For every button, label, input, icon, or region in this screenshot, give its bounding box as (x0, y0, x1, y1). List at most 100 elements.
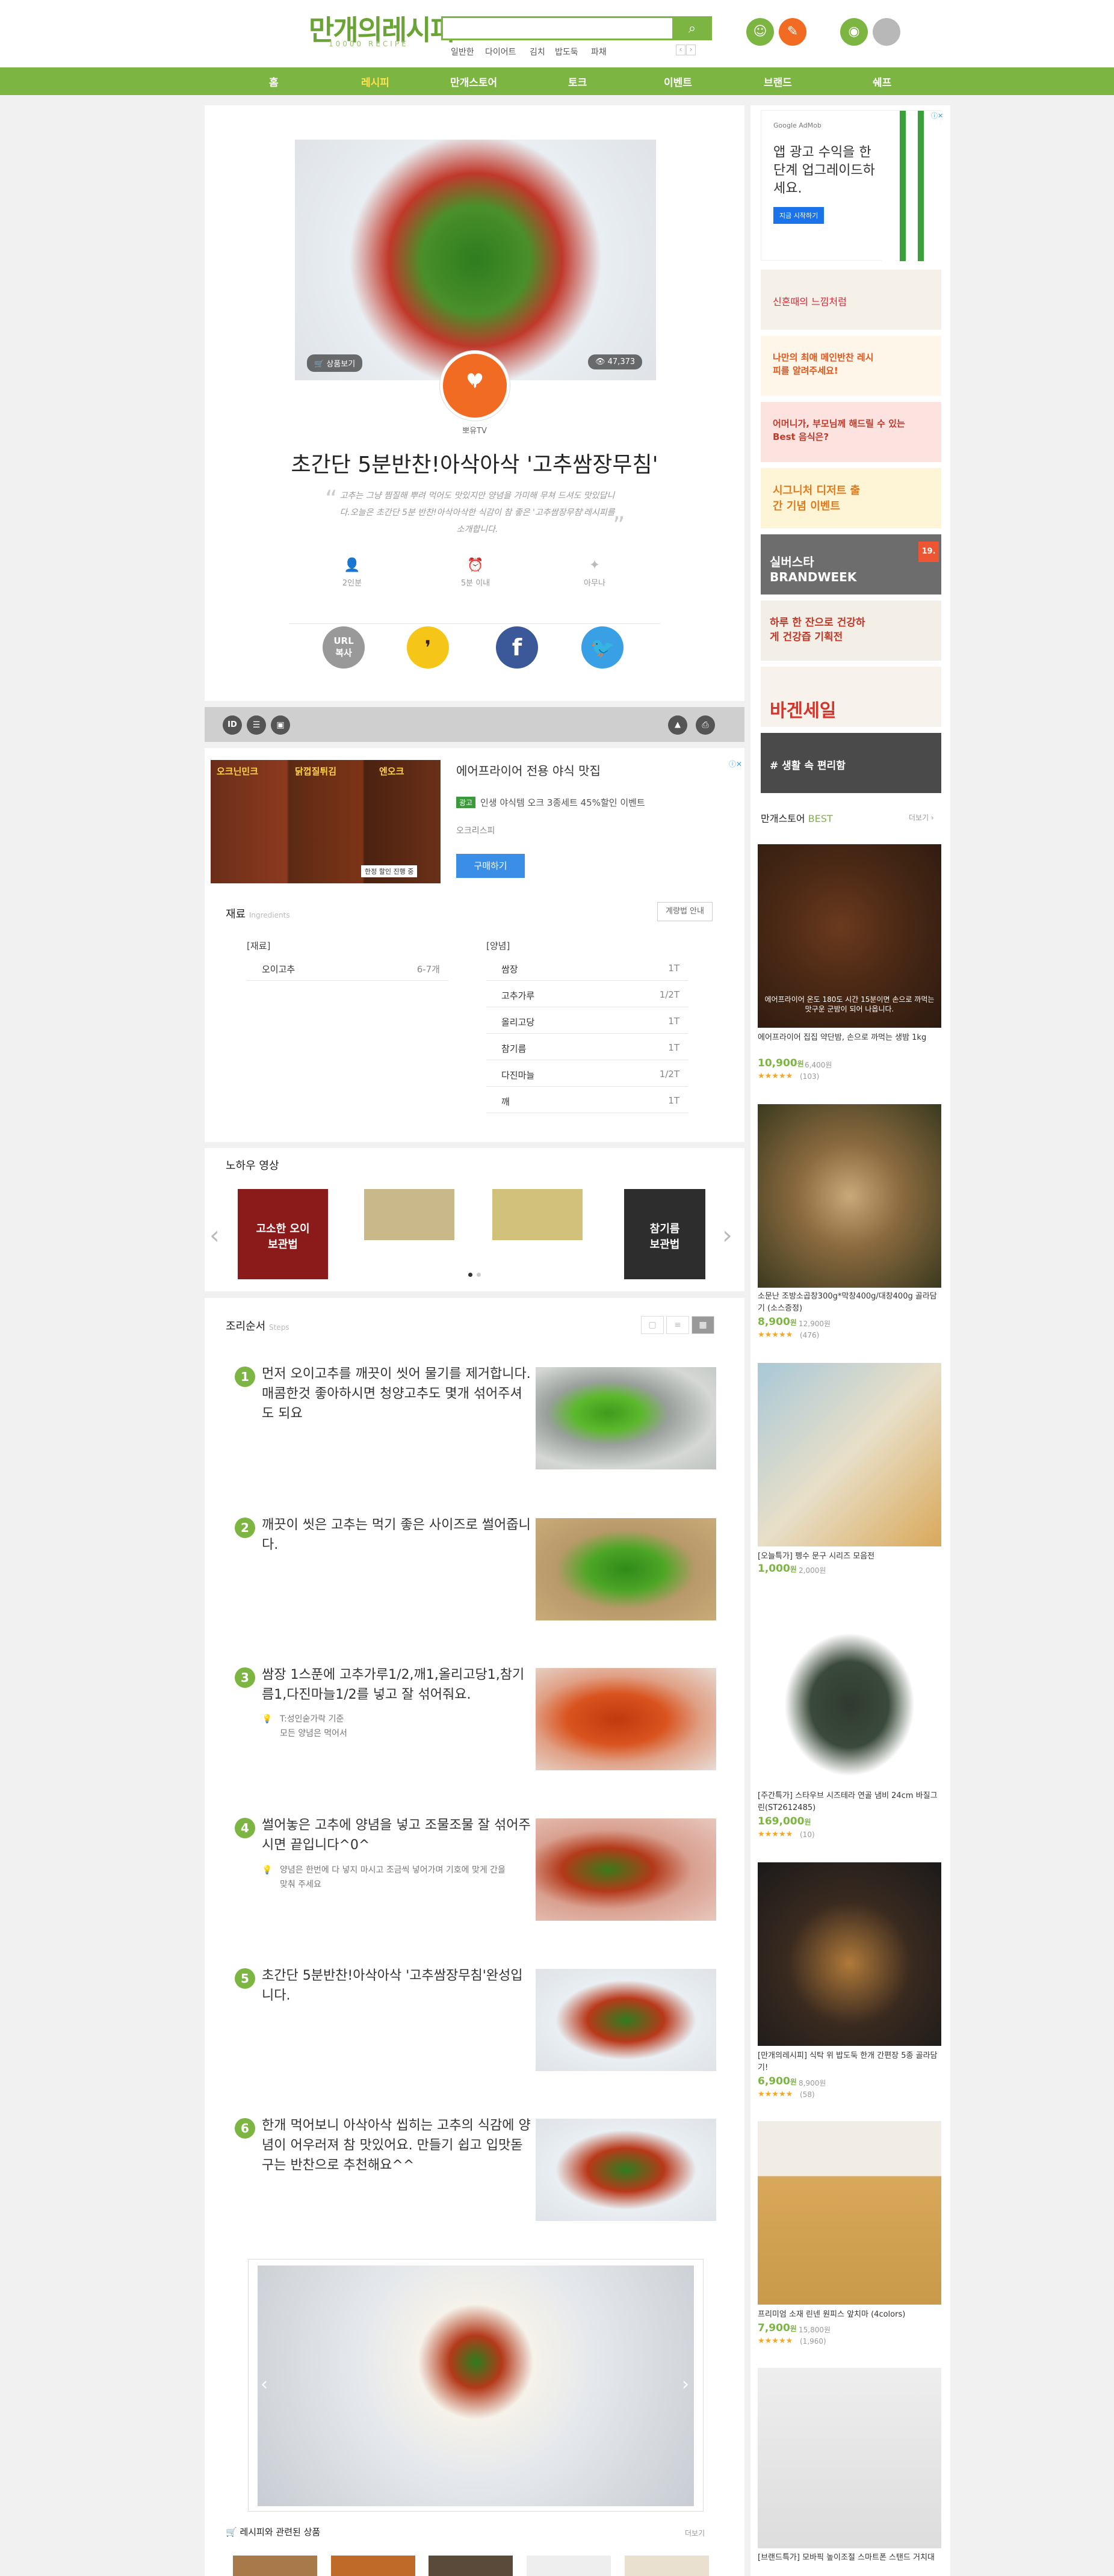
sidebar-banner[interactable]: 바겐세일 (761, 667, 941, 727)
rating-stars: ★★★★★ (758, 2090, 793, 2099)
product-name[interactable]: 소문난 조방소곱창300g*막창400g/대창400g 골라담기 (소스증정) (758, 1291, 941, 1315)
product-name[interactable]: [브랜드특가] 모바픽 높이조절 스마트폰 스탠드 거치대 (758, 2552, 941, 2564)
memo-icon[interactable]: ☰ (247, 715, 266, 735)
author-avatar[interactable]: ♥ 뽀유 (440, 351, 510, 421)
admob-ad[interactable]: Google AdMob 앱 광고 수익을 한 단계 업그레이드하세요. 지금 … (761, 110, 944, 261)
view-products-label[interactable]: 상품보기 (326, 360, 355, 369)
step-image[interactable] (536, 1969, 716, 2071)
view-list-icon[interactable]: ≡ (666, 1316, 689, 1334)
recipe-toolbar: ID ☰ ▣ ▲ ⎙ (205, 707, 744, 742)
product-name[interactable]: [오늘특가] 펭수 문구 시리즈 모음전 (758, 1551, 941, 1563)
sidebar-banner[interactable]: # 생활 속 편리함 (761, 733, 941, 793)
step-image[interactable] (536, 1518, 716, 1620)
ad-choices-icon[interactable]: ⓘ✕ (729, 759, 742, 769)
nav-talk[interactable]: 토크 (568, 74, 587, 89)
product-name[interactable]: [만개의레시피] 식탁 위 밥도둑 한개 간편장 5종 골라담기! (758, 2050, 941, 2074)
sidebar-banner[interactable]: 하루 한 잔으로 건강하게 건강즙 기획전 (761, 601, 941, 661)
step-image[interactable] (536, 2119, 716, 2221)
related-product-thumb[interactable] (527, 2556, 611, 2576)
carousel-dot[interactable] (468, 1273, 472, 1277)
keyword-prev-button[interactable]: ‹ (676, 45, 685, 55)
calendar-icon[interactable]: ▣ (271, 715, 290, 735)
step-text: 깨끗이 씻은 고추는 먹기 좋은 사이즈로 썰어줍니다. (262, 1518, 531, 1552)
id-button[interactable]: ID (223, 715, 242, 735)
android-icon[interactable]: ◉ (840, 18, 868, 46)
ad-choices-icon: ⓘ✕ (931, 112, 944, 120)
ad-buy-button[interactable]: 구매하기 (456, 854, 525, 878)
carousel-dot[interactable] (477, 1273, 481, 1277)
product-orig-price: 6,400원 (805, 1061, 832, 1069)
video-thumb[interactable] (492, 1189, 583, 1240)
product-name[interactable]: [주간특가] 스타우브 시즈테라 연골 냄비 24cm 바질그린(ST26124… (758, 1790, 941, 1814)
step-text: 먼저 오이고추를 깨끗이 씻어 물기를 제거합니다. 매콤한것 좋아하시면 청양… (262, 1367, 531, 1421)
best-more-link[interactable]: 더보기 › (909, 812, 934, 823)
report-icon[interactable]: ▲ (668, 715, 687, 735)
product-image[interactable] (758, 2121, 941, 2305)
related-product-thumb[interactable] (625, 2556, 709, 2576)
tip-icon: 💡 (262, 1865, 273, 1875)
product-price: 8,900원 (758, 1316, 797, 1328)
product-image[interactable] (758, 1363, 941, 1546)
final-dish-image[interactable] (258, 2266, 694, 2506)
apple-icon[interactable] (873, 18, 900, 46)
view-grid-icon[interactable]: ▦ (692, 1316, 714, 1334)
image-next-button[interactable]: › (682, 2374, 689, 2395)
sidebar-banner[interactable]: 나만의 최애 메인반찬 레시피를 알려주세요! (761, 336, 941, 396)
keyword-link[interactable]: 밥도둑 (555, 46, 578, 58)
related-product-thumb[interactable] (331, 2556, 415, 2576)
related-product-thumb[interactable] (429, 2556, 513, 2576)
ad-title[interactable]: 에어프라이어 전용 야식 맛집 (456, 765, 601, 777)
product-name[interactable]: 프리미엄 소재 린넨 원피스 앞치마 (4colors) (758, 2309, 941, 2321)
recipe-summary: 🛒 상품보기 👁 47,373 ♥ 뽀유 뽀유TV 초간단 5분반찬!아삭아삭 … (205, 105, 744, 701)
product-image[interactable] (758, 2368, 941, 2548)
sidebar-banner[interactable]: 신혼때의 느낌처럼 (761, 270, 941, 330)
user-icon[interactable]: ☺ (746, 18, 774, 46)
sidebar-banner[interactable]: 시그니처 디저트 출간 기념 이벤트 (761, 468, 941, 528)
ad-image[interactable]: 오크닌민크 닭껍질튀김 엔오크 한정 할인 진행 중 (211, 760, 441, 883)
rating-stars: ★★★★★ (758, 1830, 793, 1839)
kakao-icon[interactable]: ❜ (407, 626, 449, 669)
nav-home[interactable]: 홈 (269, 74, 279, 89)
sidebar-banner[interactable]: 실버스타 BRANDWEEK 19. (761, 534, 941, 595)
video-thumb[interactable]: 참기름 보관법 (624, 1189, 705, 1279)
nav-event[interactable]: 이벤트 (664, 74, 692, 89)
product-image[interactable]: 에어프라이어 온도 180도 시간 15분이면 손으로 까먹는 맛구운 군밤이 … (758, 844, 941, 1028)
facebook-icon[interactable]: f (496, 626, 538, 669)
sidebar: Google AdMob 앱 광고 수익을 한 단계 업그레이드하세요. 지금 … (750, 105, 950, 2576)
keyword-link[interactable]: 파채 (591, 46, 607, 58)
step-image[interactable] (536, 1367, 716, 1469)
admob-button[interactable]: 지금 시작하기 (773, 207, 825, 224)
pencil-icon[interactable]: ✎ (779, 18, 806, 46)
author-name[interactable]: 뽀유TV (205, 424, 744, 436)
product-image[interactable] (758, 1104, 941, 1288)
search-input[interactable] (441, 16, 676, 40)
video-thumb[interactable]: 고소한 오이 보관법 (238, 1189, 328, 1279)
sidebar-banner[interactable]: 어머니가, 부모님께 해드릴 수 있는 Best 음식은? (761, 402, 941, 462)
video-next-button[interactable]: › (722, 1220, 732, 1250)
url-copy-button[interactable]: URL 복사 (323, 626, 365, 669)
nav-store[interactable]: 만개스토어 (450, 74, 497, 89)
product-image[interactable] (758, 1862, 941, 2046)
view-photo-icon[interactable]: ▢ (641, 1316, 664, 1334)
keyword-link[interactable]: 김치 (530, 46, 545, 58)
print-icon[interactable]: ⎙ (696, 715, 715, 735)
ingredient-row: 올리고당 1T (486, 1008, 688, 1034)
video-prev-button[interactable]: ‹ (209, 1220, 220, 1250)
step-image[interactable] (536, 1818, 716, 1921)
video-thumb[interactable] (364, 1189, 454, 1240)
nav-chef[interactable]: 쉐프 (873, 74, 891, 89)
search-button[interactable]: ⌕ (672, 16, 712, 40)
keyword-next-button[interactable]: › (686, 45, 696, 55)
related-product-thumb[interactable] (233, 2556, 317, 2576)
step-image[interactable] (536, 1668, 716, 1770)
measure-guide-button[interactable]: 계량법 안내 (657, 902, 713, 921)
product-image[interactable] (758, 1604, 941, 1787)
nav-recipe[interactable]: 레시피 (361, 74, 389, 89)
keyword-link[interactable]: 다이어트 (485, 46, 516, 58)
product-name[interactable]: 에어프라이어 집집 약단밤, 손으로 까먹는 생밤 1kg (758, 1032, 941, 1044)
related-more-link[interactable]: 더보기 (685, 2528, 705, 2538)
keyword-link[interactable]: 일반한 (451, 46, 474, 58)
image-prev-button[interactable]: ‹ (261, 2374, 268, 2395)
nav-brand[interactable]: 브랜드 (764, 74, 792, 89)
twitter-icon[interactable]: 🐦 (581, 626, 624, 669)
